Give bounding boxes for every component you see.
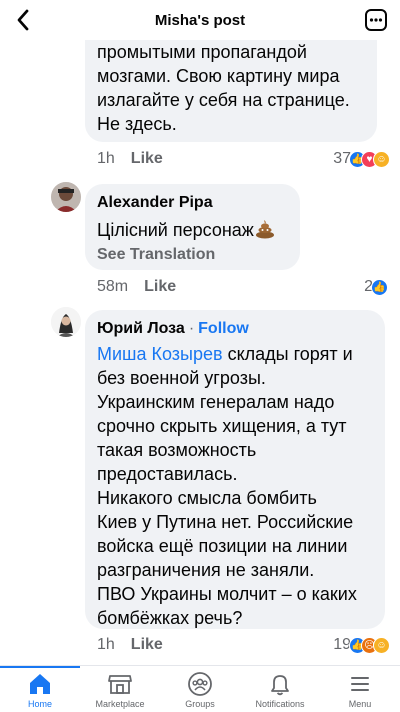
marketplace-icon [108, 675, 132, 694]
comment-line: Миша Козырев склады горят и [97, 342, 373, 366]
comment-line: Украинским генералам надо [97, 392, 335, 412]
back-button[interactable] [10, 6, 36, 34]
comment-text: промытыми пропагандой мозгами. Свою карт… [97, 40, 365, 136]
comment-time: 1h [97, 150, 115, 167]
comment-text: Цілісний персонаж [97, 218, 288, 242]
comment-author[interactable]: Alexander Pipa [97, 192, 288, 214]
tab-label: Menu [348, 699, 372, 709]
groups-icon [188, 672, 212, 696]
avatar[interactable] [51, 307, 81, 337]
avatar-image [51, 182, 81, 212]
tab-menu[interactable]: Menu [320, 666, 400, 712]
comment-line: разграничения не заняли. [97, 560, 315, 580]
comment-line: излагайте у себя на странице. [97, 90, 350, 110]
comment-meta: 1h Like [97, 147, 163, 171]
follow-button[interactable]: Follow [198, 320, 249, 337]
comment-line: мозгами. Свою картину мира [97, 66, 340, 86]
like-reaction-icon: 👍 [371, 278, 388, 296]
comment-text-content: Цілісний персонаж [97, 220, 254, 240]
bottom-tab-bar: Home Marketplace Groups Notifications Me… [0, 665, 400, 711]
comment-meta: 58m Like [97, 275, 176, 299]
comment-bubble: Alexander Pipa Цілісний персонаж See Tra… [85, 184, 300, 270]
comment-line: срочно скрыть хищения, а тут [97, 416, 347, 436]
tab-label: Notifications [255, 699, 305, 709]
comment-time: 58m [97, 278, 129, 295]
like-button[interactable]: Like [131, 636, 163, 654]
page-title: Misha's post [154, 11, 246, 29]
comment-author[interactable]: Юрий Лоза [97, 320, 185, 337]
tab-marketplace[interactable]: Marketplace [80, 666, 160, 712]
comment-header: Юрий Лоза · Follow [97, 318, 373, 340]
reaction-summary[interactable]: 2 👍 [364, 275, 388, 299]
chevron-left-icon [17, 9, 29, 31]
comment-line: такая возможность [97, 440, 257, 460]
comment-line: Не здесь. [97, 114, 177, 134]
menu-icon [351, 677, 369, 691]
bell-icon [271, 675, 289, 696]
avatar[interactable] [51, 182, 81, 212]
comment-line: бомбёжках речь? [97, 608, 243, 628]
care-reaction-icon: ☺ [373, 150, 390, 168]
comment-text-content: склады горят и [222, 344, 353, 364]
more-options-button[interactable] [364, 8, 388, 32]
comment-bubble: Юрий Лоза · Follow Миша Козырев склады гор… [85, 310, 385, 629]
tab-label: Marketplace [95, 699, 145, 709]
tab-label: Home [27, 699, 52, 709]
comment-line: предоставилась. [97, 464, 238, 484]
comment-line: Киев у Путина нет. Российские [97, 512, 354, 532]
tab-notifications[interactable]: Notifications [240, 666, 320, 712]
tab-home[interactable]: Home [0, 666, 80, 712]
tab-groups[interactable]: Groups [160, 666, 240, 712]
haha-reaction-icon: ☺ [373, 636, 390, 654]
see-translation-link[interactable]: See Translation [97, 246, 288, 264]
reaction-summary[interactable]: 19 👍 ☹ ☺ [333, 633, 390, 657]
like-button[interactable]: Like [131, 150, 163, 168]
comment-line: без военной угрозы. [97, 368, 266, 388]
comment-meta: 1h Like [97, 633, 163, 657]
home-icon [30, 674, 50, 694]
reaction-summary[interactable]: 37 👍 ♥ ☺ [333, 147, 390, 171]
separator-dot: · [188, 320, 195, 337]
poop-emoji-icon [254, 219, 276, 239]
comment-time: 1h [97, 636, 115, 653]
comment-line: войска ещё позиции на линии [97, 536, 348, 556]
tab-label: Groups [185, 699, 215, 709]
comment-line: Никакого смысла бомбить [97, 488, 317, 508]
comment-line: промытыми пропагандой [97, 42, 307, 62]
top-bar: Misha's post [0, 0, 400, 40]
comment-text: Миша Козырев склады горят и без военной … [97, 342, 373, 630]
avatar-image [51, 307, 81, 337]
mention-link[interactable]: Миша Козырев [97, 344, 223, 364]
like-button[interactable]: Like [144, 278, 176, 296]
more-square-icon [365, 9, 387, 31]
comment-line: ПВО Украины молчит – о каких [97, 584, 357, 604]
